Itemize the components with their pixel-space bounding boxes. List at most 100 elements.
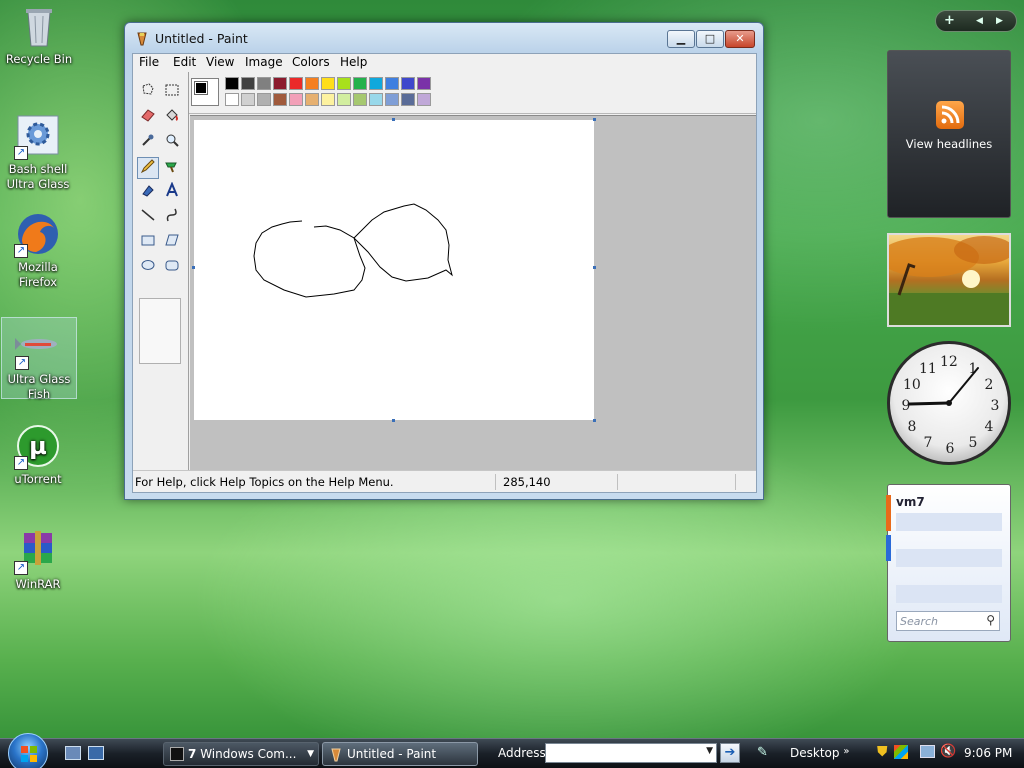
address-go-button[interactable]: ➔ xyxy=(720,743,740,763)
pencil-tool[interactable] xyxy=(137,157,159,179)
desktop-icon-bash-shell[interactable]: ↗ Bash shell Ultra Glass xyxy=(0,112,76,192)
pen-input-icon[interactable]: ✎ xyxy=(757,745,768,760)
slideshow-gadget[interactable] xyxy=(887,233,1011,327)
line-tool[interactable] xyxy=(137,207,159,229)
palette-color-swatch[interactable] xyxy=(417,93,431,106)
menu-view[interactable]: View xyxy=(206,55,234,69)
tool-options-box[interactable] xyxy=(139,298,181,364)
menu-image[interactable]: Image xyxy=(245,55,283,69)
taskbar-clock[interactable]: 9:06 PM xyxy=(964,746,1012,760)
color-picker-tool[interactable] xyxy=(137,132,159,154)
palette-color-swatch[interactable] xyxy=(321,93,335,106)
clock-gadget[interactable]: 12 1 2 3 4 5 6 7 8 9 10 11 xyxy=(887,341,1011,465)
windows-update-icon[interactable] xyxy=(894,745,908,759)
previous-gadgets-icon[interactable]: ◀ xyxy=(976,16,983,26)
show-desktop-icon[interactable] xyxy=(65,746,81,760)
line-icon xyxy=(141,209,155,221)
palette-color-swatch[interactable] xyxy=(369,93,383,106)
network-disconnected-icon[interactable] xyxy=(920,745,935,758)
palette-color-swatch[interactable] xyxy=(385,93,399,106)
current-colors[interactable] xyxy=(191,78,219,106)
rectangle-tool[interactable] xyxy=(137,232,159,254)
palette-color-swatch[interactable] xyxy=(289,93,303,106)
sidebar-controls: + ◀ ▶ xyxy=(935,10,1017,32)
fill-tool[interactable] xyxy=(161,107,183,129)
menu-file[interactable]: File xyxy=(139,55,159,69)
palette-color-swatch[interactable] xyxy=(305,93,319,106)
free-form-select-tool[interactable] xyxy=(137,82,159,104)
palette-color-swatch[interactable] xyxy=(353,77,367,90)
view-headlines-label[interactable]: View headlines xyxy=(888,137,1010,151)
switch-windows-icon[interactable] xyxy=(88,746,104,760)
palette-color-swatch[interactable] xyxy=(241,93,255,106)
feed-headlines-gadget[interactable]: View headlines xyxy=(887,50,1011,218)
resize-handle-bottom[interactable] xyxy=(392,419,395,422)
taskbar-paint[interactable]: Untitled - Paint xyxy=(322,742,478,766)
resize-handle-right[interactable] xyxy=(593,266,596,269)
palette-color-swatch[interactable] xyxy=(321,77,335,90)
maximize-button[interactable]: □ xyxy=(696,30,724,48)
desktop-icon-utorrent[interactable]: µ ↗ uTorrent xyxy=(0,422,76,487)
brush-tool[interactable] xyxy=(161,157,183,179)
palette-color-swatch[interactable] xyxy=(225,93,239,106)
magnifier-icon xyxy=(166,134,179,147)
curve-tool[interactable] xyxy=(161,207,183,229)
drawing-canvas[interactable] xyxy=(194,120,594,420)
menu-colors[interactable]: Colors xyxy=(292,55,330,69)
shortcut-arrow-icon: ↗ xyxy=(14,561,28,575)
palette-color-swatch[interactable] xyxy=(401,77,415,90)
palette-color-swatch[interactable] xyxy=(337,77,351,90)
notes-tab-blue xyxy=(886,535,891,561)
minimize-button[interactable]: ▁ xyxy=(667,30,695,48)
text-tool[interactable] xyxy=(161,181,183,204)
palette-color-swatch[interactable] xyxy=(385,77,399,90)
notes-title: vm7 xyxy=(896,495,925,509)
add-gadget-icon[interactable]: + xyxy=(944,13,955,28)
notes-entry[interactable] xyxy=(896,549,1002,567)
close-button[interactable]: ✕ xyxy=(725,30,755,48)
search-icon[interactable]: ⚲ xyxy=(986,613,995,627)
ellipse-tool[interactable] xyxy=(137,257,159,279)
address-input[interactable]: ▼ xyxy=(545,743,717,763)
desktop-icon-winrar[interactable]: ↗ WinRAR xyxy=(0,527,76,592)
resize-handle-corner[interactable] xyxy=(593,419,596,422)
magnifier-tool[interactable] xyxy=(161,132,183,154)
desktop-toolbar[interactable]: Desktop » xyxy=(790,746,849,760)
notes-entry[interactable] xyxy=(896,585,1002,603)
palette-color-swatch[interactable] xyxy=(337,93,351,106)
security-shield-icon[interactable]: ⛊ xyxy=(877,744,888,760)
palette-color-swatch[interactable] xyxy=(401,93,415,106)
airbrush-tool[interactable] xyxy=(137,182,159,204)
palette-color-swatch[interactable] xyxy=(305,77,319,90)
palette-color-swatch[interactable] xyxy=(369,77,383,90)
desktop-icon-firefox[interactable]: ↗ Mozilla Firefox xyxy=(0,210,76,290)
palette-color-swatch[interactable] xyxy=(273,77,287,90)
palette-color-swatch[interactable] xyxy=(273,93,287,106)
palette-color-swatch[interactable] xyxy=(353,93,367,106)
palette-color-swatch[interactable] xyxy=(241,77,255,90)
taskbar-windows-command[interactable]: 7 Windows Com... ▼ xyxy=(163,742,319,766)
chevron-down-icon[interactable]: ▼ xyxy=(706,746,713,756)
desktop-icon-label: uTorrent xyxy=(14,472,62,486)
rounded-rectangle-tool[interactable] xyxy=(161,257,183,279)
title-bar[interactable]: Untitled - Paint ▁ □ ✕ xyxy=(125,23,763,53)
curve-icon xyxy=(166,208,177,222)
desktop-icon-recycle-bin[interactable]: Recycle Bin xyxy=(1,2,77,67)
notes-search-input[interactable]: Search ⚲ xyxy=(896,611,1000,631)
menu-help[interactable]: Help xyxy=(340,55,367,69)
palette-color-swatch[interactable] xyxy=(417,77,431,90)
menu-edit[interactable]: Edit xyxy=(173,55,196,69)
notes-gadget[interactable]: vm7 Search ⚲ xyxy=(886,484,1011,642)
notes-entry[interactable] xyxy=(896,513,1002,531)
next-gadgets-icon[interactable]: ▶ xyxy=(996,16,1003,26)
start-button[interactable] xyxy=(8,733,48,768)
desktop-icon-ultra-glass-fish[interactable]: ↗ Ultra Glass Fish xyxy=(1,317,77,401)
rectangle-select-tool[interactable] xyxy=(161,82,183,104)
polygon-tool[interactable] xyxy=(161,232,183,254)
volume-muted-icon[interactable]: 🔇 xyxy=(940,744,956,759)
eraser-tool[interactable] xyxy=(137,107,159,129)
palette-color-swatch[interactable] xyxy=(225,77,239,90)
palette-color-swatch[interactable] xyxy=(257,93,271,106)
palette-color-swatch[interactable] xyxy=(289,77,303,90)
palette-color-swatch[interactable] xyxy=(257,77,271,90)
